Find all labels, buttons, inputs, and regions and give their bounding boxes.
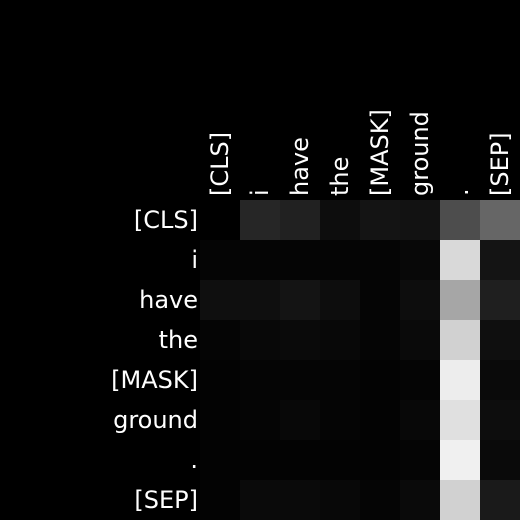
heatmap-cell-r2-c4 bbox=[360, 280, 400, 320]
heatmap-cell-r7-c4 bbox=[360, 480, 400, 520]
heatmap-cell-r5-c5 bbox=[400, 400, 440, 440]
heatmap-cell-r0-c0 bbox=[200, 200, 240, 240]
heatmap-cell-r2-c3 bbox=[320, 280, 360, 320]
heatmap-cell-r3-c1 bbox=[240, 320, 280, 360]
y-axis-tick-labels: [CLS] i have the [MASK] ground. [SEP] bbox=[111, 206, 198, 514]
heatmap-cell-r4-c2 bbox=[280, 360, 320, 400]
x-tick-label: . bbox=[446, 188, 474, 196]
y-tick-label: the bbox=[159, 326, 198, 354]
heatmap-cell-r6-c6 bbox=[440, 440, 480, 480]
heatmap-cell-r3-c6 bbox=[440, 320, 480, 360]
heatmap-cell-r2-c7 bbox=[480, 280, 520, 320]
x-tick-label: [CLS] bbox=[206, 132, 234, 196]
heatmap-cell-r0-c6 bbox=[440, 200, 480, 240]
heatmap-cell-r3-c4 bbox=[360, 320, 400, 360]
heatmap-cell-r5-c7 bbox=[480, 400, 520, 440]
x-tick-label: have bbox=[286, 137, 314, 196]
heatmap-cell-r0-c5 bbox=[400, 200, 440, 240]
heatmap-cell-r3-c7 bbox=[480, 320, 520, 360]
heatmap-cell-r3-c5 bbox=[400, 320, 440, 360]
heatmap-cell-r7-c7 bbox=[480, 480, 520, 520]
y-tick-label: ground bbox=[113, 406, 198, 434]
heatmap-cell-r1-c7 bbox=[480, 240, 520, 280]
y-tick-label: . bbox=[190, 446, 198, 474]
heatmap-cell-r0-c7 bbox=[480, 200, 520, 240]
heatmap-cell-r4-c7 bbox=[480, 360, 520, 400]
heatmap-cell-r5-c1 bbox=[240, 400, 280, 440]
heatmap-cell-r5-c4 bbox=[360, 400, 400, 440]
heatmap-cell-r2-c6 bbox=[440, 280, 480, 320]
heatmap-cell-r1-c6 bbox=[440, 240, 480, 280]
heatmap-cell-r1-c3 bbox=[320, 240, 360, 280]
heatmap-cell-r0-c2 bbox=[280, 200, 320, 240]
heatmap-cell-r6-c3 bbox=[320, 440, 360, 480]
attention-heatmap: [CLS] i have the [MASK] ground. [SEP] [CLS]iha… bbox=[111, 109, 520, 520]
heatmap-cell-r4-c4 bbox=[360, 360, 400, 400]
heatmap-cell-r7-c2 bbox=[280, 480, 320, 520]
heatmap-cell-r4-c0 bbox=[200, 360, 240, 400]
heatmap-cells bbox=[200, 200, 520, 520]
heatmap-cell-r1-c2 bbox=[280, 240, 320, 280]
heatmap-cell-r6-c1 bbox=[240, 440, 280, 480]
heatmap-cell-r3-c3 bbox=[320, 320, 360, 360]
heatmap-cell-r4-c3 bbox=[320, 360, 360, 400]
y-tick-label: [SEP] bbox=[134, 486, 198, 514]
heatmap-cell-r5-c3 bbox=[320, 400, 360, 440]
heatmap-cell-r7-c6 bbox=[440, 480, 480, 520]
x-tick-label: ground bbox=[406, 111, 434, 196]
heatmap-cell-r6-c4 bbox=[360, 440, 400, 480]
heatmap-cell-r7-c1 bbox=[240, 480, 280, 520]
heatmap-cell-r2-c5 bbox=[400, 280, 440, 320]
heatmap-cell-r7-c3 bbox=[320, 480, 360, 520]
y-tick-label: [CLS] bbox=[134, 206, 198, 234]
heatmap-cell-r2-c2 bbox=[280, 280, 320, 320]
heatmap-cell-r0-c1 bbox=[240, 200, 280, 240]
heatmap-cell-r7-c0 bbox=[200, 480, 240, 520]
heatmap-cell-r3-c2 bbox=[280, 320, 320, 360]
x-tick-label: [MASK] bbox=[366, 109, 394, 196]
heatmap-cell-r1-c4 bbox=[360, 240, 400, 280]
heatmap-cell-r4-c1 bbox=[240, 360, 280, 400]
heatmap-cell-r4-c6 bbox=[440, 360, 480, 400]
heatmap-cell-r0-c4 bbox=[360, 200, 400, 240]
heatmap-cell-r6-c7 bbox=[480, 440, 520, 480]
heatmap-cell-r5-c6 bbox=[440, 400, 480, 440]
heatmap-cell-r1-c5 bbox=[400, 240, 440, 280]
heatmap-cell-r6-c0 bbox=[200, 440, 240, 480]
y-tick-label: [MASK] bbox=[111, 366, 198, 394]
y-tick-label: have bbox=[139, 286, 198, 314]
heatmap-cell-r4-c5 bbox=[400, 360, 440, 400]
heatmap-cell-r2-c0 bbox=[200, 280, 240, 320]
heatmap-cell-r1-c1 bbox=[240, 240, 280, 280]
heatmap-cell-r5-c2 bbox=[280, 400, 320, 440]
heatmap-cell-r2-c1 bbox=[240, 280, 280, 320]
x-tick-label: [SEP] bbox=[486, 132, 514, 196]
heatmap-cell-r6-c2 bbox=[280, 440, 320, 480]
heatmap-cell-r0-c3 bbox=[320, 200, 360, 240]
x-axis-tick-labels: [CLS] i have the [MASK] ground. [SEP] bbox=[206, 109, 514, 196]
heatmap-cell-r5-c0 bbox=[200, 400, 240, 440]
y-tick-label: i bbox=[191, 246, 198, 274]
heatmap-cell-r1-c0 bbox=[200, 240, 240, 280]
heatmap-cell-r7-c5 bbox=[400, 480, 440, 520]
x-tick-label: i bbox=[246, 189, 274, 196]
x-tick-label: the bbox=[326, 157, 354, 196]
heatmap-cell-r3-c0 bbox=[200, 320, 240, 360]
heatmap-cell-r6-c5 bbox=[400, 440, 440, 480]
